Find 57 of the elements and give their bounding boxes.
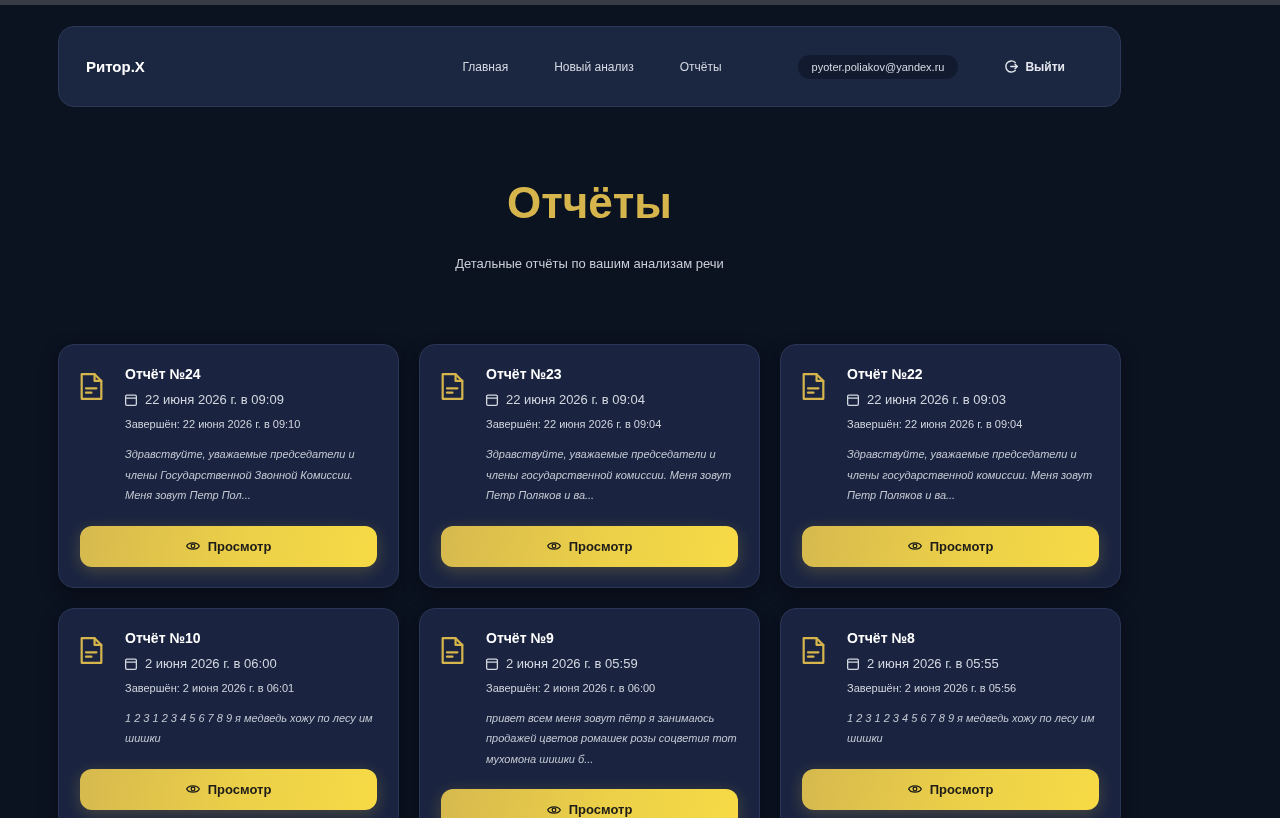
user-email: pyoter.poliakov@yandex.ru: [797, 54, 959, 79]
report-date: 22 июня 2026 г. в 09:09: [145, 391, 284, 409]
completion-date: Завершён: 22 июня 2026 г. в 09:04: [847, 417, 1024, 432]
document-icon: [441, 373, 464, 400]
document-icon: [80, 373, 103, 400]
report-date: 22 июня 2026 г. в 09:03: [867, 391, 1006, 409]
eye-icon: [185, 784, 200, 794]
view-button[interactable]: Просмотр: [80, 525, 377, 567]
view-button[interactable]: Просмотр: [802, 768, 1099, 810]
view-button[interactable]: Просмотр: [441, 789, 738, 818]
nav-link[interactable]: Новый анализ: [554, 59, 634, 74]
report-date: 2 июня 2026 г. в 05:55: [867, 654, 999, 673]
calendar-icon: [847, 657, 859, 670]
view-button[interactable]: Просмотр: [80, 768, 377, 810]
report-title: Отчёт №8: [847, 628, 916, 647]
view-button[interactable]: Просмотр: [441, 525, 738, 567]
report-excerpt: 1 2 3 1 2 3 4 5 6 7 8 9 я медведь хожу по лесу им шишки: [847, 710, 1096, 746]
logo-text[interactable]: Ритор.Х: [86, 58, 145, 75]
logout-button[interactable]: Выйти: [1005, 59, 1065, 74]
completion-date: Завершён: 2 июня 2026 г. в 06:01: [125, 680, 296, 696]
document-icon: [441, 636, 464, 664]
page-title: Отчёты: [507, 177, 672, 229]
calendar-icon: [125, 657, 137, 670]
report-excerpt: Здравствуйте, уважаемые председатели и члены Государственной Звонной Комиссии. Меня зовут Петр Пол...: [125, 447, 356, 503]
calendar-icon: [125, 394, 137, 406]
completion-date: Завершён: 22 июня 2026 г. в 09:10: [125, 417, 302, 432]
logout-icon: [1005, 60, 1019, 73]
calendar-icon: [847, 394, 859, 406]
completion-date: Завершён: 2 июня 2026 г. в 06:00: [486, 680, 657, 696]
report-excerpt: привет всем меня зовут пётр я занимаюсь продажей цветов ромашек розы соцветия тот мухомона шишки б...: [486, 710, 738, 767]
document-icon: [80, 636, 103, 664]
eye-icon: [546, 804, 561, 815]
calendar-icon: [486, 394, 498, 406]
eye-icon: [907, 784, 922, 794]
view-button[interactable]: Просмотр: [802, 525, 1099, 567]
document-icon: [802, 373, 825, 400]
report-excerpt: Здравствуйте, уважаемые председатели и члены государственной комиссии. Меня зовут Петр Поляков и ва...: [847, 447, 1094, 503]
report-title: Отчёт №22: [847, 365, 924, 383]
report-date: 2 июня 2026 г. в 05:59: [506, 654, 638, 673]
report-excerpt: 1 2 3 1 2 3 4 5 6 7 8 9 я медведь хожу по лесу им шишки: [125, 710, 374, 746]
report-title: Отчёт №9: [486, 628, 555, 647]
report-title: Отчёт №10: [125, 628, 202, 647]
report-date: 22 июня 2026 г. в 09:04: [506, 391, 645, 409]
report-date: 2 июня 2026 г. в 06:00: [145, 654, 277, 673]
eye-icon: [185, 541, 200, 551]
page-subtitle: Детальные отчёты по вашим анализам речи: [455, 255, 724, 273]
report-title: Отчёт №23: [486, 365, 563, 383]
eye-icon: [546, 541, 561, 551]
nav-link[interactable]: Отчёты: [679, 59, 722, 74]
document-icon: [802, 636, 825, 664]
report-excerpt: Здравствуйте, уважаемые председатели и члены государственной комиссии. Меня зовут Петр Поляков и ва...: [486, 447, 733, 503]
nav-link[interactable]: Главная: [462, 59, 509, 74]
completion-date: Завершён: 22 июня 2026 г. в 09:04: [486, 417, 663, 432]
completion-date: Завершён: 2 июня 2026 г. в 05:56: [847, 680, 1018, 696]
eye-icon: [907, 541, 922, 551]
calendar-icon: [486, 657, 498, 670]
report-title: Отчёт №24: [125, 365, 202, 383]
